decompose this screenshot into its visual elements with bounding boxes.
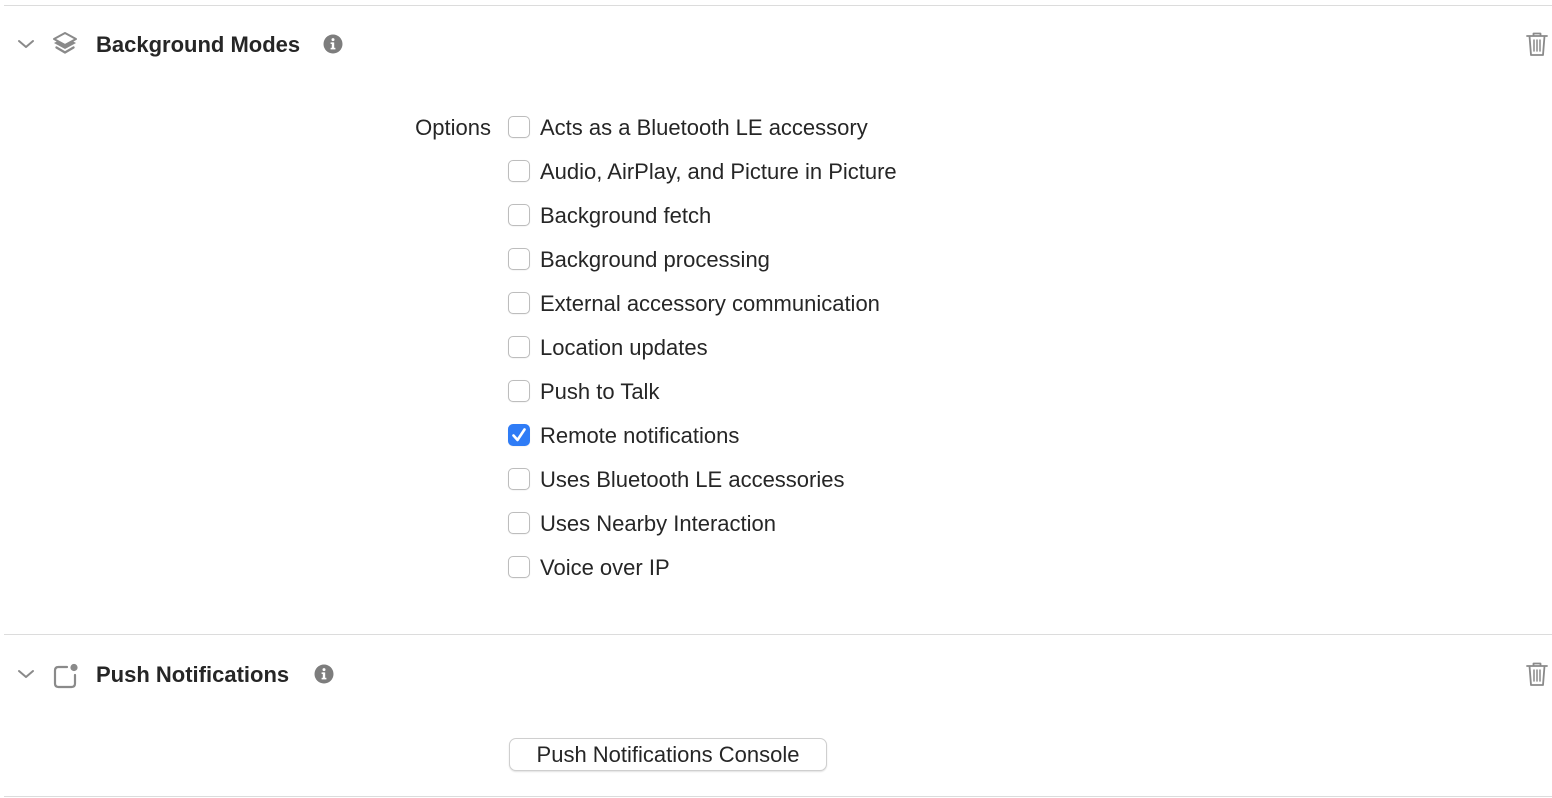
option-label: Remote notifications [540, 423, 740, 448]
option-label: Voice over IP [540, 555, 670, 580]
checkbox[interactable] [508, 292, 530, 314]
option-label: Background fetch [540, 203, 712, 228]
option-label: Background processing [540, 247, 770, 272]
checkbox[interactable] [508, 512, 530, 534]
option-label: External accessory communication [540, 291, 880, 316]
layers-icon [50, 30, 80, 60]
checkbox-checked[interactable] [508, 424, 530, 446]
background-modes-header: Background Modes [0, 24, 1552, 64]
checkbox[interactable] [508, 248, 530, 270]
option-label: Acts as a Bluetooth LE accessory [540, 115, 868, 140]
section-title: Background Modes [96, 32, 301, 57]
trash-icon[interactable] [1524, 30, 1550, 58]
chevron-down-icon[interactable] [16, 36, 36, 52]
checkbox[interactable] [508, 160, 530, 182]
checkbox[interactable] [508, 204, 530, 226]
checkbox[interactable] [508, 336, 530, 358]
section-divider [4, 634, 1552, 635]
section-title: Push Notifications [96, 662, 290, 687]
option-label: Location updates [540, 335, 708, 360]
notification-badge-icon [50, 660, 80, 690]
option-label: Uses Bluetooth LE accessories [540, 467, 845, 492]
trash-icon[interactable] [1524, 660, 1550, 688]
section-divider-top [4, 5, 1552, 6]
push-notifications-header: Push Notifications [0, 654, 1552, 694]
push-notifications-console-button[interactable]: Push Notifications Console [509, 738, 827, 771]
option-label: Push to Talk [540, 379, 660, 404]
section-divider-bottom [4, 796, 1552, 797]
options-label: Options [415, 115, 491, 140]
option-label: Uses Nearby Interaction [540, 511, 776, 536]
checkbox[interactable] [508, 556, 530, 578]
chevron-down-icon[interactable] [16, 666, 36, 682]
option-label: Audio, AirPlay, and Picture in Picture [540, 159, 897, 184]
checkmark-icon [512, 428, 526, 442]
checkbox[interactable] [508, 468, 530, 490]
checkbox[interactable] [508, 116, 530, 138]
info-icon[interactable] [323, 34, 343, 54]
checkbox[interactable] [508, 380, 530, 402]
info-icon[interactable] [314, 664, 334, 684]
